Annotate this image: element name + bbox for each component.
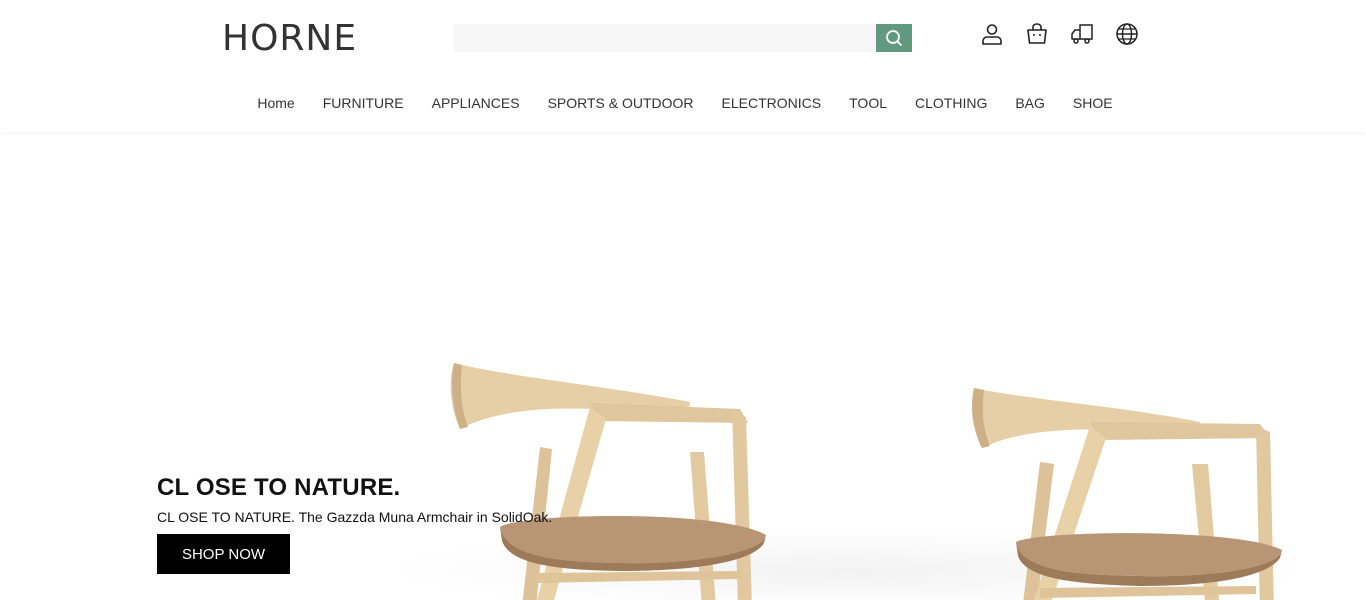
nav-shoe[interactable]: SHOE <box>1073 95 1113 111</box>
main-nav: Home FURNITURE APPLIANCES SPORTS & OUTDO… <box>0 95 1366 111</box>
shop-now-button[interactable]: SHOP NOW <box>157 534 290 574</box>
account-icon <box>982 24 1002 45</box>
account-button[interactable] <box>980 22 1004 46</box>
nav-appliances[interactable]: APPLIANCES <box>432 95 520 111</box>
site-logo[interactable]: HORNE <box>222 18 357 59</box>
search-input[interactable] <box>454 24 876 52</box>
hero-title: CL OSE TO NATURE. <box>157 474 401 501</box>
hero-chair-image-right <box>972 388 1282 600</box>
nav-furniture[interactable]: FURNITURE <box>323 95 404 111</box>
nav-tool[interactable]: TOOL <box>849 95 887 111</box>
nav-home[interactable]: Home <box>257 95 294 111</box>
header-actions <box>980 22 1139 46</box>
hero-banner: CL OSE TO NATURE. CL OSE TO NATURE. The … <box>0 132 1366 600</box>
cart-icon <box>1027 23 1047 44</box>
nav-clothing[interactable]: CLOTHING <box>915 95 987 111</box>
nav-bag[interactable]: BAG <box>1015 95 1045 111</box>
search-bar <box>454 24 912 52</box>
nav-sports-outdoor[interactable]: SPORTS & OUTDOOR <box>548 95 694 111</box>
site-header: HORNE Home FURNITURE APPLIANCES SPORTS &… <box>0 0 1366 132</box>
hero-chair-image-left <box>450 363 766 600</box>
search-icon <box>886 30 902 46</box>
globe-icon <box>1116 23 1138 45</box>
cart-button[interactable] <box>1025 22 1049 46</box>
shipping-button[interactable] <box>1070 22 1094 46</box>
language-button[interactable] <box>1115 22 1139 46</box>
nav-electronics[interactable]: ELECTRONICS <box>722 95 822 111</box>
shipping-icon <box>1071 24 1093 44</box>
search-button[interactable] <box>876 24 912 52</box>
hero-subtitle: CL OSE TO NATURE. The Gazzda Muna Armcha… <box>157 509 553 525</box>
